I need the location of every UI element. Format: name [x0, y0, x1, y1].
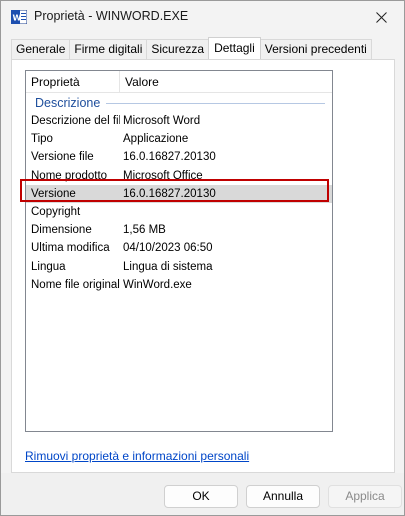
title-bar: W Proprietà - WINWORD.EXE [1, 1, 404, 33]
table-row[interactable]: Versione file 16.0.16827.20130 [26, 148, 332, 166]
row-value: 04/10/2023 06:50 [123, 242, 213, 255]
properties-dialog: W Proprietà - WINWORD.EXE Generale Firme… [0, 0, 405, 516]
tab-sicurezza[interactable]: Sicurezza [146, 39, 210, 59]
ok-button[interactable]: OK [164, 485, 238, 508]
close-button[interactable] [358, 1, 404, 33]
tab-strip: Generale Firme digitali Sicurezza Dettag… [11, 37, 372, 59]
dialog-footer: OK Annulla Applica [1, 473, 404, 515]
remove-properties-link[interactable]: Rimuovi proprietà e informazioni persona… [25, 449, 249, 463]
table-row[interactable]: Nome file originale WinWord.exe [26, 276, 332, 294]
column-header-value[interactable]: Valore [120, 71, 332, 93]
list-header: Proprietà Valore [26, 71, 332, 93]
tab-generale[interactable]: Generale [11, 39, 71, 59]
table-row[interactable]: Tipo Applicazione [26, 130, 332, 148]
table-row[interactable]: Copyright [26, 203, 332, 221]
row-value: WinWord.exe [123, 278, 192, 291]
row-value: 1,56 MB [123, 224, 166, 237]
row-key: Nome file originale [31, 278, 120, 291]
group-divider [106, 102, 325, 104]
row-key: Tipo [31, 133, 53, 146]
close-icon [375, 11, 387, 23]
table-row-selected[interactable]: Versione 16.0.16827.20130 [26, 184, 332, 203]
table-row[interactable]: Lingua Lingua di sistema [26, 258, 332, 276]
details-tab-page: Proprietà Valore Descrizione Descrizione… [11, 59, 395, 473]
row-value: Lingua di sistema [123, 260, 213, 273]
row-key: Copyright [31, 206, 81, 219]
details-list[interactable]: Proprietà Valore Descrizione Descrizione… [25, 70, 333, 432]
row-value: 16.0.16827.20130 [123, 187, 216, 200]
row-key: Lingua [31, 260, 66, 273]
row-key: Descrizione del file [31, 115, 120, 128]
row-key: Versione file [31, 151, 94, 164]
row-value: Microsoft Word [123, 115, 201, 128]
row-value: Applicazione [123, 133, 189, 146]
row-key: Nome prodotto [31, 169, 108, 182]
row-value: Microsoft Office [123, 169, 203, 182]
table-row[interactable]: Ultima modifica 04/10/2023 06:50 [26, 239, 332, 257]
row-key: Versione [31, 187, 76, 200]
tab-dettagli[interactable]: Dettagli [208, 37, 261, 59]
apply-button[interactable]: Applica [328, 485, 402, 508]
window-title: Proprietà - WINWORD.EXE [34, 9, 189, 23]
group-header: Descrizione [35, 94, 325, 112]
table-row[interactable]: Dimensione 1,56 MB [26, 221, 332, 239]
tab-firme-digitali[interactable]: Firme digitali [69, 39, 148, 59]
word-app-icon: W [11, 10, 27, 24]
table-row[interactable]: Nome prodotto Microsoft Office [26, 167, 332, 185]
column-header-property[interactable]: Proprietà [26, 71, 120, 93]
table-row[interactable]: Descrizione del file Microsoft Word [26, 112, 332, 130]
svg-text:W: W [13, 14, 22, 23]
tab-versioni-precedenti[interactable]: Versioni precedenti [259, 39, 372, 59]
row-key: Dimensione [31, 224, 92, 237]
cancel-button[interactable]: Annulla [246, 485, 320, 508]
group-label: Descrizione [35, 96, 101, 110]
row-key: Ultima modifica [31, 242, 110, 255]
row-value: 16.0.16827.20130 [123, 151, 216, 164]
rows: Descrizione del file Microsoft Word Tipo A… [26, 112, 332, 294]
